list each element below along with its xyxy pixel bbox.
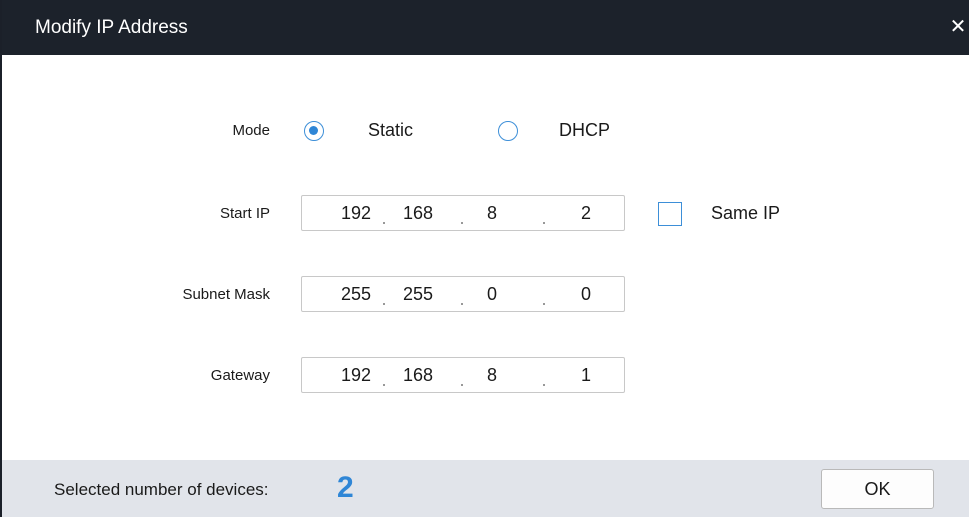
start-ip-octet-1[interactable]: 192 (328, 196, 384, 230)
start-ip-input[interactable]: 192 . 168 . 8 . 2 (301, 195, 625, 231)
radio-dhcp-label[interactable]: DHCP (559, 120, 610, 141)
octet-separator: . (541, 370, 547, 390)
start-ip-octet-3[interactable]: 8 (464, 196, 520, 230)
same-ip-label[interactable]: Same IP (711, 203, 780, 224)
subnet-octet-3[interactable]: 0 (464, 277, 520, 311)
dialog-footer: Selected number of devices: 2 OK (2, 460, 969, 517)
gateway-octet-1[interactable]: 192 (328, 358, 384, 392)
gateway-input[interactable]: 192 . 168 . 8 . 1 (301, 357, 625, 393)
start-ip-octet-2[interactable]: 168 (390, 196, 446, 230)
modify-ip-dialog: Modify IP Address ✕ Mode Static DHCP Sta… (0, 0, 969, 517)
same-ip-checkbox[interactable] (658, 202, 682, 226)
radio-static[interactable] (304, 121, 324, 141)
gateway-octet-3[interactable]: 8 (464, 358, 520, 392)
subnet-octet-2[interactable]: 255 (390, 277, 446, 311)
gateway-octet-2[interactable]: 168 (390, 358, 446, 392)
gateway-label: Gateway (210, 367, 270, 384)
start-ip-label: Start IP (219, 205, 270, 222)
dialog-title: Modify IP Address (35, 17, 188, 38)
octet-separator: . (541, 289, 547, 309)
radio-dhcp[interactable] (498, 121, 518, 141)
gateway-octet-4[interactable]: 1 (558, 358, 614, 392)
octet-separator: . (381, 370, 387, 390)
close-icon[interactable]: ✕ (946, 14, 969, 40)
ok-button[interactable]: OK (821, 469, 934, 509)
octet-separator: . (381, 208, 387, 228)
subnet-mask-input[interactable]: 255 . 255 . 0 . 0 (301, 276, 625, 312)
subnet-octet-1[interactable]: 255 (328, 277, 384, 311)
selected-devices-label: Selected number of devices: (54, 480, 269, 499)
title-bar: Modify IP Address ✕ (2, 0, 969, 55)
radio-selected-dot (309, 126, 318, 135)
octet-separator: . (541, 208, 547, 228)
selected-devices-count: 2 (337, 471, 354, 504)
subnet-mask-label: Subnet Mask (182, 286, 270, 303)
mode-label: Mode (232, 122, 270, 139)
subnet-octet-4[interactable]: 0 (558, 277, 614, 311)
radio-static-label[interactable]: Static (368, 120, 413, 141)
start-ip-octet-4[interactable]: 2 (558, 196, 614, 230)
octet-separator: . (381, 289, 387, 309)
